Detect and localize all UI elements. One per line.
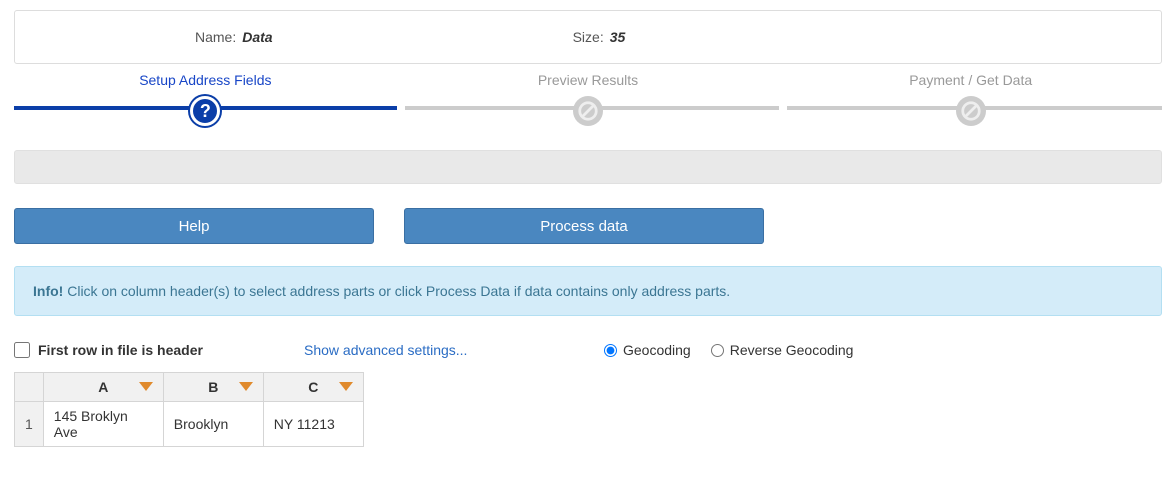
options-row: First row in file is header Show advance… (14, 342, 1162, 358)
info-alert-text: Click on column header(s) to select addr… (67, 283, 730, 299)
advanced-settings-link[interactable]: Show advanced settings... (304, 342, 604, 358)
first-row-header-label: First row in file is header (38, 342, 203, 358)
step-payment-get-data[interactable]: Payment / Get Data (779, 72, 1162, 110)
name-value: Data (242, 29, 272, 45)
grid-corner (15, 373, 44, 402)
size-value: 35 (610, 29, 626, 45)
column-label: C (308, 379, 318, 395)
size-label: Size: (573, 29, 604, 45)
radio-geocoding-input[interactable] (604, 344, 617, 357)
process-data-button[interactable]: Process data (404, 208, 764, 244)
geocoding-mode-radios: Geocoding Reverse Geocoding (604, 342, 853, 358)
dropdown-icon[interactable] (139, 382, 153, 392)
table-row: 1 145 Broklyn Ave Brooklyn NY 11213 (15, 402, 364, 447)
radio-geocoding-label: Geocoding (623, 342, 691, 358)
radio-reverse-geocoding-input[interactable] (711, 344, 724, 357)
info-alert: Info! Click on column header(s) to selec… (14, 266, 1162, 316)
first-row-header-checkbox-wrap[interactable]: First row in file is header (14, 342, 304, 358)
column-header-b[interactable]: B (163, 373, 263, 402)
wizard-steps: Setup Address Fields ? Preview Results P… (14, 72, 1162, 110)
info-alert-bold: Info! (33, 283, 63, 299)
status-strip (14, 150, 1162, 184)
step-label: Preview Results (397, 72, 780, 98)
row-number: 1 (15, 402, 44, 447)
step-setup-address[interactable]: Setup Address Fields ? (14, 72, 397, 110)
column-header-c[interactable]: C (263, 373, 363, 402)
column-header-a[interactable]: A (43, 373, 163, 402)
radio-reverse-geocoding[interactable]: Reverse Geocoding (711, 342, 854, 358)
radio-geocoding[interactable]: Geocoding (604, 342, 691, 358)
disabled-icon (573, 96, 603, 126)
cell[interactable]: Brooklyn (163, 402, 263, 447)
cell[interactable]: 145 Broklyn Ave (43, 402, 163, 447)
dropdown-icon[interactable] (339, 382, 353, 392)
first-row-header-checkbox[interactable] (14, 342, 30, 358)
question-icon: ? (190, 96, 220, 126)
help-button[interactable]: Help (14, 208, 374, 244)
dropdown-icon[interactable] (239, 382, 253, 392)
step-label: Payment / Get Data (779, 72, 1162, 98)
disabled-icon (956, 96, 986, 126)
radio-reverse-geocoding-label: Reverse Geocoding (730, 342, 854, 358)
data-grid: A B C 1 145 Broklyn Ave Broo (14, 372, 364, 447)
column-label: B (208, 379, 218, 395)
file-info-bar: Name: Data Size: 35 (14, 10, 1162, 64)
step-label: Setup Address Fields (14, 72, 397, 98)
step-preview-results[interactable]: Preview Results (397, 72, 780, 110)
name-label: Name: (195, 29, 236, 45)
column-label: A (98, 379, 108, 395)
action-buttons: Help Process data (14, 208, 1162, 244)
cell[interactable]: NY 11213 (263, 402, 363, 447)
